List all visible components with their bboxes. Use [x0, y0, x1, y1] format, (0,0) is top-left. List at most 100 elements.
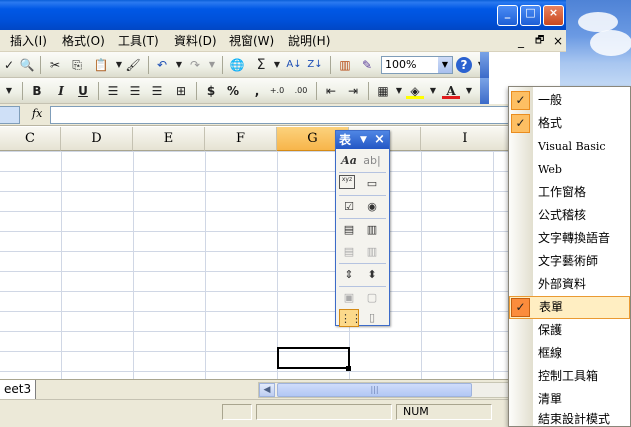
- active-cell[interactable]: [277, 347, 350, 369]
- chart-wizard-icon[interactable]: ▥: [336, 56, 354, 74]
- menu-item-external-data[interactable]: 外部資料: [509, 273, 630, 296]
- insert-function-button[interactable]: fx: [32, 107, 42, 120]
- doc-restore-button[interactable]: 🗗: [535, 33, 544, 49]
- merge-center-icon[interactable]: ⊞: [172, 82, 190, 100]
- toolbar-options-chevron[interactable]: [480, 78, 489, 104]
- combo-list-edit-icon[interactable]: ▤: [339, 243, 359, 261]
- group-box-button[interactable]: xyz: [339, 175, 355, 189]
- button-control-icon[interactable]: ▭: [362, 175, 382, 193]
- maximize-button[interactable]: □: [520, 5, 541, 26]
- undo-icon[interactable]: ↶: [153, 56, 171, 74]
- scroll-bar-control-icon[interactable]: ⇕: [339, 266, 359, 284]
- close-button[interactable]: ×: [543, 5, 564, 26]
- increase-decimal-button[interactable]: +.0: [268, 82, 286, 100]
- menu-help[interactable]: 說明(H): [288, 33, 330, 49]
- doc-minimize-button[interactable]: _: [518, 33, 524, 49]
- column-header-e[interactable]: E: [133, 127, 205, 151]
- font-color-dropdown-icon[interactable]: ▼: [460, 82, 478, 100]
- label-button[interactable]: Aa: [339, 152, 359, 170]
- name-box[interactable]: [0, 106, 20, 124]
- menu-item-borders[interactable]: 框線: [509, 342, 630, 365]
- menu-item-standard[interactable]: ✓ 一般: [509, 89, 630, 112]
- forms-toolbar-titlebar[interactable]: 表 ▼ ×: [336, 131, 389, 149]
- combo-box-icon[interactable]: ▥: [362, 221, 382, 239]
- column-header-d[interactable]: D: [61, 127, 133, 151]
- fill-handle[interactable]: [346, 366, 351, 371]
- copy-icon[interactable]: ⎘: [68, 56, 86, 74]
- paste-icon[interactable]: 📋: [92, 56, 110, 74]
- align-right-icon[interactable]: ☰: [148, 82, 166, 100]
- combo-dropdown-edit-icon[interactable]: ▥: [362, 243, 382, 261]
- menu-item-list[interactable]: 清單: [509, 388, 630, 411]
- menu-item-wordart[interactable]: 文字藝術師: [509, 250, 630, 273]
- list-box-icon[interactable]: ▤: [339, 221, 359, 239]
- horizontal-scrollbar[interactable]: ◀ |||: [258, 382, 510, 398]
- align-center-icon[interactable]: ☰: [126, 82, 144, 100]
- column-header-f[interactable]: F: [205, 127, 277, 151]
- spelling-icon[interactable]: ✓: [0, 56, 18, 74]
- menu-item-formula-auditing[interactable]: 公式稽核: [509, 204, 630, 227]
- minimize-button[interactable]: _: [497, 5, 518, 26]
- menu-format[interactable]: 格式(O): [62, 33, 105, 49]
- format-painter-icon[interactable]: 🖌: [124, 56, 142, 74]
- hyperlink-icon[interactable]: 🌐: [228, 56, 246, 74]
- menu-item-web[interactable]: Web: [509, 158, 630, 181]
- decrease-indent-icon[interactable]: ⇤: [322, 82, 340, 100]
- percent-button[interactable]: %: [224, 82, 242, 100]
- menu-item-protection[interactable]: 保護: [509, 319, 630, 342]
- menu-item-formatting[interactable]: ✓ 格式: [509, 112, 630, 135]
- column-header-i[interactable]: I: [421, 127, 510, 151]
- cut-icon[interactable]: ✂: [46, 56, 64, 74]
- fill-color-icon[interactable]: ◈: [406, 82, 424, 99]
- menu-item-text-to-speech[interactable]: 文字轉換語音: [509, 227, 630, 250]
- menu-item-control-toolbox[interactable]: 控制工具箱: [509, 365, 630, 388]
- formula-input[interactable]: [50, 106, 510, 124]
- comma-button[interactable]: ,: [248, 82, 266, 100]
- checkbox-control-icon[interactable]: ☑: [339, 198, 359, 216]
- increase-indent-icon[interactable]: ⇥: [344, 82, 362, 100]
- menu-item-task-pane[interactable]: 工作窗格: [509, 181, 630, 204]
- bold-button[interactable]: B: [28, 82, 46, 100]
- chevron-down-icon[interactable]: ▼: [438, 57, 452, 73]
- menu-item-visual-basic[interactable]: Visual Basic: [509, 135, 630, 158]
- font-size-dropdown-icon[interactable]: ▼: [0, 82, 18, 100]
- column-header-c[interactable]: C: [0, 127, 61, 151]
- redo-icon[interactable]: ↷: [186, 56, 204, 74]
- font-color-button[interactable]: A: [442, 82, 460, 99]
- sheet-tab[interactable]: eet3: [0, 380, 37, 399]
- doc-close-button[interactable]: ×: [553, 33, 563, 49]
- option-button-icon[interactable]: ◉: [362, 198, 382, 216]
- autosum-dropdown-icon[interactable]: ▼: [268, 56, 286, 74]
- menu-tools[interactable]: 工具(T): [118, 33, 159, 49]
- sort-ascending-icon[interactable]: A↓: [285, 56, 303, 74]
- underline-button[interactable]: U: [74, 82, 92, 100]
- research-icon[interactable]: 🔍: [18, 56, 36, 74]
- edit-code-icon[interactable]: ▢: [362, 289, 382, 307]
- currency-button[interactable]: $: [202, 82, 220, 100]
- close-icon[interactable]: ×: [374, 131, 385, 149]
- cell-grid[interactable]: [0, 151, 510, 379]
- scroll-left-icon[interactable]: ◀: [259, 383, 275, 397]
- decrease-decimal-button[interactable]: .00: [292, 82, 310, 100]
- menu-data[interactable]: 資料(D): [174, 33, 217, 49]
- fill-color-dropdown-icon[interactable]: ▼: [424, 82, 442, 100]
- spinner-control-icon[interactable]: ⬍: [362, 266, 382, 284]
- run-dialog-icon[interactable]: ▯: [362, 309, 382, 327]
- chevron-down-icon[interactable]: ▼: [360, 131, 367, 149]
- menu-item-exit-design-mode[interactable]: 結束設計模式: [509, 411, 630, 427]
- menu-item-forms[interactable]: ✓ 表單: [509, 296, 630, 319]
- redo-dropdown-icon[interactable]: ▼: [203, 56, 221, 74]
- sort-descending-icon[interactable]: Z↓: [306, 56, 324, 74]
- italic-button[interactable]: I: [52, 82, 70, 100]
- menu-window[interactable]: 視窗(W): [229, 33, 274, 49]
- edit-box-button[interactable]: ab|: [362, 152, 382, 170]
- align-left-icon[interactable]: ☰: [104, 82, 122, 100]
- zoom-select[interactable]: 100% ▼: [381, 56, 453, 74]
- menu-insert[interactable]: 插入(I): [10, 33, 47, 49]
- toggle-grid-button[interactable]: ⋮⋮: [339, 309, 362, 327]
- help-icon[interactable]: ?: [456, 57, 472, 73]
- toolbar-options-chevron[interactable]: [480, 52, 489, 78]
- control-properties-icon[interactable]: ▣: [339, 289, 359, 307]
- scroll-thumb[interactable]: |||: [277, 383, 472, 397]
- drawing-icon[interactable]: ✎: [358, 56, 376, 74]
